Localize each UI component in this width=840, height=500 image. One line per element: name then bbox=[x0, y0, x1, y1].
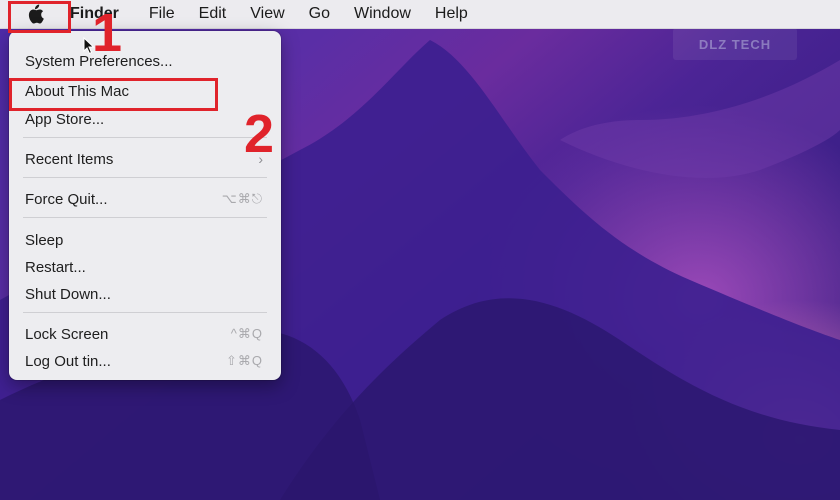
watermark-text: DLZ TECH bbox=[698, 36, 772, 52]
menu-separator bbox=[23, 217, 267, 218]
menubar-file[interactable]: File bbox=[137, 0, 187, 28]
menu-item-label: Recent Items bbox=[25, 150, 114, 168]
menu-item-restart[interactable]: Restart... bbox=[9, 254, 281, 280]
menu-item-log-out[interactable]: Log Out tin... ⇧⌘Q bbox=[9, 348, 281, 374]
mouse-cursor-icon bbox=[83, 37, 95, 55]
menu-item-system-preferences[interactable]: System Preferences... bbox=[9, 48, 281, 74]
keyboard-shortcut: ⌥⌘⎋ bbox=[221, 191, 263, 206]
annotation-box-about-this-mac bbox=[9, 78, 218, 111]
menu-item-label: App Store... bbox=[25, 110, 105, 128]
menu-item-shut-down[interactable]: Shut Down... bbox=[9, 281, 281, 307]
menu-item-lock-screen[interactable]: Lock Screen ^⌘Q bbox=[9, 321, 281, 347]
menu-item-label: Sleep bbox=[25, 231, 64, 249]
menu-item-recent-items[interactable]: Recent Items › bbox=[9, 146, 281, 172]
menubar-go[interactable]: Go bbox=[297, 0, 342, 28]
menubar-view[interactable]: View bbox=[238, 0, 296, 28]
menu-separator bbox=[23, 177, 267, 178]
menu-bar: Finder File Edit View Go Window Help bbox=[0, 0, 840, 29]
menu-item-label: Shut Down... bbox=[25, 285, 111, 303]
menu-item-label: Log Out tin... bbox=[25, 352, 111, 370]
menubar-edit[interactable]: Edit bbox=[187, 0, 239, 28]
watermark-logo: DLZ TECH bbox=[673, 28, 797, 60]
menu-separator bbox=[23, 137, 267, 138]
menu-item-label: Lock Screen bbox=[25, 325, 109, 343]
annotation-box-apple-menu bbox=[8, 1, 71, 33]
menu-separator bbox=[23, 312, 267, 313]
menu-item-force-quit[interactable]: Force Quit... ⌥⌘⎋ bbox=[9, 186, 281, 212]
menu-item-label: Restart... bbox=[25, 258, 86, 276]
keyboard-shortcut: ⇧⌘Q bbox=[225, 353, 263, 368]
annotation-step-1: 1 bbox=[92, 3, 123, 63]
annotation-step-2: 2 bbox=[244, 104, 275, 164]
menubar-window[interactable]: Window bbox=[342, 0, 423, 28]
menu-item-sleep[interactable]: Sleep bbox=[9, 227, 281, 253]
menu-item-label: Force Quit... bbox=[25, 190, 108, 208]
menubar-help[interactable]: Help bbox=[423, 0, 480, 28]
keyboard-shortcut: ^⌘Q bbox=[230, 326, 263, 341]
